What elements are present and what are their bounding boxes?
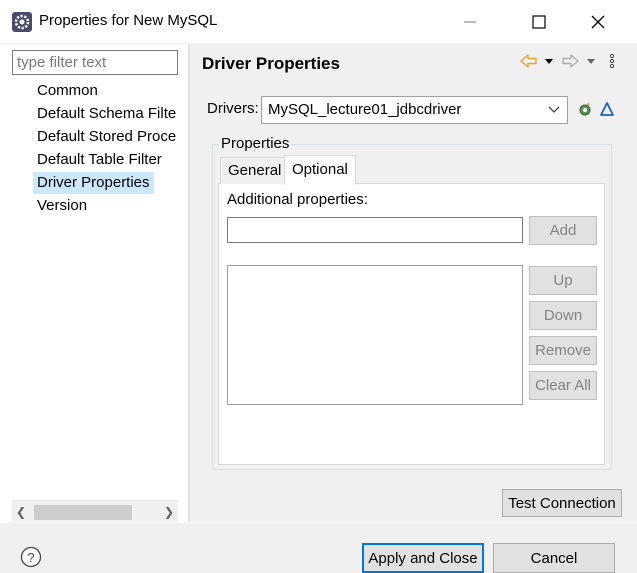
tab-general[interactable]: General: [220, 157, 290, 184]
maximize-button[interactable]: [516, 6, 562, 38]
additional-property-input[interactable]: [227, 217, 523, 243]
additional-properties-list[interactable]: [227, 265, 523, 405]
scrollbar-thumb[interactable]: [34, 505, 132, 520]
tree-item-version[interactable]: Version: [33, 195, 91, 217]
minimize-icon: [464, 21, 476, 23]
app-gear-icon: [12, 12, 32, 32]
more-vertical-icon: [609, 53, 615, 69]
help-button[interactable]: ?: [20, 546, 42, 568]
help-icon: ?: [20, 546, 42, 568]
apply-and-close-button[interactable]: Apply and Close: [362, 543, 484, 573]
drivers-select-value: MySQL_lecture01_jdbcdriver: [268, 101, 462, 118]
tree-item-default-table-filter[interactable]: Default Table Filter: [33, 149, 183, 171]
edit-driver-button[interactable]: [598, 100, 616, 118]
filter-input[interactable]: [12, 50, 178, 75]
test-connection-button[interactable]: Test Connection: [502, 489, 622, 517]
forward-button[interactable]: [561, 50, 599, 72]
tree-horizontal-scrollbar[interactable]: ❮ ❯: [12, 500, 178, 522]
tab-optional[interactable]: Optional: [284, 155, 356, 185]
additional-properties-label: Additional properties:: [227, 191, 368, 208]
back-button[interactable]: [519, 50, 557, 72]
properties-group-label: Properties: [219, 135, 292, 152]
tree-item-default-stored-procedures[interactable]: Default Stored Proce: [33, 126, 183, 148]
remove-button[interactable]: Remove: [529, 336, 597, 365]
new-driver-icon: [579, 102, 591, 116]
close-icon: [591, 15, 605, 29]
window-title: Properties for New MySQL: [39, 12, 218, 29]
back-arrow-icon: [520, 54, 553, 68]
view-menu-button[interactable]: [606, 50, 618, 72]
forward-arrow-icon: [562, 54, 595, 68]
minimize-button[interactable]: [447, 6, 493, 38]
close-button[interactable]: [575, 6, 621, 38]
add-button[interactable]: Add: [529, 216, 597, 245]
add-driver-button[interactable]: [576, 100, 594, 118]
edit-driver-icon: [600, 102, 614, 116]
clear-all-button[interactable]: Clear All: [529, 371, 597, 400]
maximize-icon: [532, 15, 546, 29]
tree-item-default-schema-filter[interactable]: Default Schema Filte: [33, 103, 183, 125]
scroll-left-icon[interactable]: ❮: [12, 501, 30, 523]
scroll-right-icon[interactable]: ❯: [160, 501, 178, 523]
tree-item-driver-properties[interactable]: Driver Properties: [33, 172, 154, 194]
up-button[interactable]: Up: [529, 266, 597, 295]
svg-text:?: ?: [27, 550, 34, 565]
down-button[interactable]: Down: [529, 301, 597, 330]
drivers-select[interactable]: MySQL_lecture01_jdbcdriver: [261, 96, 568, 124]
page-title: Driver Properties: [202, 54, 340, 73]
tree-item-common[interactable]: Common: [33, 80, 102, 102]
chevron-down-icon: [547, 102, 561, 120]
cancel-button[interactable]: Cancel: [493, 543, 615, 573]
drivers-label: Drivers:: [207, 100, 259, 117]
